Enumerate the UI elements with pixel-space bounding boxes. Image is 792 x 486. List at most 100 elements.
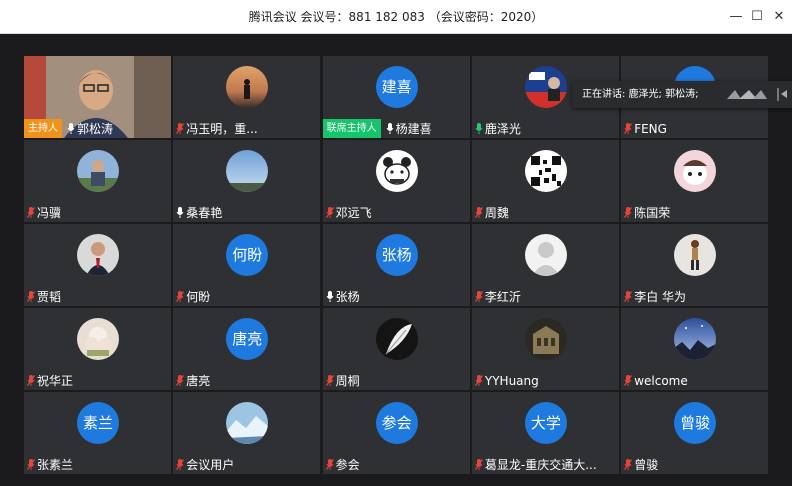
participant-name: 杨建喜 [395, 122, 432, 136]
name-bar: 周桐 [323, 371, 360, 390]
mic-muted-icon [621, 123, 634, 134]
participant-tile[interactable]: 周桐 [322, 308, 470, 390]
participant-name: 周魏 [484, 206, 509, 220]
mic-muted-icon [472, 375, 485, 386]
avatar-initials: 素兰 [77, 402, 119, 444]
mic-muted-icon [621, 375, 634, 386]
mic-muted-icon [24, 375, 37, 386]
speaking-label: 正在讲话: 鹿泽光; 郭松涛; [582, 89, 699, 100]
mic-muted-icon [24, 459, 37, 470]
participant-name: 鹿泽光 [484, 122, 521, 136]
avatar-initials: 大学 [524, 402, 567, 444]
participant-name: 唐亮 [186, 374, 211, 388]
participant-name: 何盼 [186, 290, 211, 304]
avatar-initials: 参会 [375, 402, 418, 444]
participant-tile[interactable]: 主持人 郭松涛 [24, 56, 171, 138]
participant-tile[interactable]: 周魏 [471, 140, 619, 222]
name-bar: 周魏 [472, 203, 509, 222]
participant-name: 冯玉明，重... [186, 122, 258, 136]
avatar-initials: 张杨 [375, 234, 418, 276]
participant-name: 张杨 [335, 290, 360, 304]
participant-tile[interactable]: 冯玉明，重... [173, 56, 321, 138]
avatar [226, 402, 269, 444]
participant-tile[interactable]: 素兰 张素兰 [24, 392, 171, 474]
participant-name: YYHuang [484, 373, 539, 388]
name-bar: 鹿泽光 [472, 119, 521, 138]
name-bar: 曾骏 [621, 455, 658, 474]
mic-muted-icon [621, 459, 634, 470]
participant-tile[interactable]: 张杨 张杨 [322, 224, 470, 306]
avatar [674, 234, 717, 276]
avatar [375, 150, 418, 192]
name-bar: 祝华正 [24, 371, 73, 390]
participant-tile[interactable]: 大学 葛显龙-重庆交通大... [471, 392, 619, 474]
name-bar: 冯玉明，重... [173, 119, 258, 138]
mic-muted-icon [472, 459, 485, 470]
participant-name: 郭松涛 [77, 122, 114, 136]
mic-muted-icon [24, 207, 37, 218]
avatar-initials: 建喜 [375, 66, 418, 108]
mic-muted-icon [173, 459, 186, 470]
participant-name: 贾韬 [37, 290, 62, 304]
participant-name: 李白 华为 [634, 290, 687, 304]
window-title: 腾讯会议 会议号：881 182 083 （会议密码：2020） [248, 10, 544, 24]
participant-tile[interactable]: 贾韬 [24, 224, 171, 306]
close-button[interactable]: ✕ [766, 0, 792, 34]
participant-tile[interactable]: 参会 参会 [322, 392, 470, 474]
avatar [674, 318, 717, 360]
participant-name: 祝华正 [37, 374, 74, 388]
participant-tile[interactable]: 曾骏 曾骏 [621, 392, 769, 474]
participant-tile[interactable]: 陈国荣 [621, 140, 769, 222]
name-bar: 贾韬 [24, 287, 61, 306]
participant-tile[interactable]: YYHuang [471, 308, 619, 390]
cohost-badge: 联席主持人 [322, 119, 381, 138]
participant-tile[interactable]: 冯骥 [24, 140, 171, 222]
collapse-arrow-icon[interactable] [775, 87, 789, 102]
participant-name: welcome [634, 373, 688, 388]
participant-tile[interactable]: 李白 华为 [621, 224, 769, 306]
name-bar: 邓远飞 [323, 203, 372, 222]
mic-icon [323, 291, 336, 302]
name-bar: 联席主持人 杨建喜 [322, 119, 432, 138]
title-bar: 腾讯会议 会议号：881 182 083 （会议密码：2020） — ☐ ✕ [0, 0, 792, 34]
avatar [674, 150, 717, 192]
participant-name: 李红沂 [484, 290, 521, 304]
participant-name: FENG [634, 121, 667, 136]
name-bar: 参会 [323, 455, 360, 474]
name-bar: 陈国荣 [621, 203, 670, 222]
name-bar: 张杨 [323, 287, 360, 306]
mic-muted-icon [173, 375, 186, 386]
name-bar: 李白 华为 [621, 287, 686, 306]
participant-tile[interactable]: 李红沂 [471, 224, 619, 306]
participant-tile[interactable]: 祝华正 [24, 308, 171, 390]
avatar-initials: 何盼 [226, 234, 269, 276]
name-bar: 唐亮 [173, 371, 210, 390]
name-bar: welcome [621, 371, 688, 390]
avatar [524, 150, 567, 192]
participant-tile[interactable]: 邓远飞 [322, 140, 470, 222]
avatar [524, 318, 567, 360]
participant-tile[interactable]: 会议用户 [173, 392, 321, 474]
participant-tile[interactable]: 桑春艳 [173, 140, 321, 222]
name-bar: FENG [621, 119, 667, 138]
avatar [77, 234, 119, 276]
avatar [524, 66, 567, 108]
participant-tile[interactable]: welcome [621, 308, 769, 390]
participant-name: 邓远飞 [335, 206, 372, 220]
mic-muted-icon [621, 291, 634, 302]
name-bar: 会议用户 [173, 455, 234, 474]
mic-muted-icon [173, 123, 186, 134]
participant-name: 参会 [335, 458, 360, 472]
participant-tile[interactable]: 唐亮 唐亮 [173, 308, 321, 390]
avatar-initials: 唐亮 [226, 318, 269, 360]
mic-muted-icon [472, 291, 485, 302]
mic-muted-icon [323, 459, 336, 470]
avatar [77, 150, 119, 192]
participant-name: 桑春艳 [186, 206, 223, 220]
mic-icon [64, 123, 77, 134]
name-bar: 张素兰 [24, 455, 73, 474]
mic-muted-icon [323, 375, 336, 386]
name-bar: 何盼 [173, 287, 210, 306]
participant-tile[interactable]: 建喜联席主持人 杨建喜 [322, 56, 470, 138]
participant-tile[interactable]: 何盼 何盼 [173, 224, 321, 306]
